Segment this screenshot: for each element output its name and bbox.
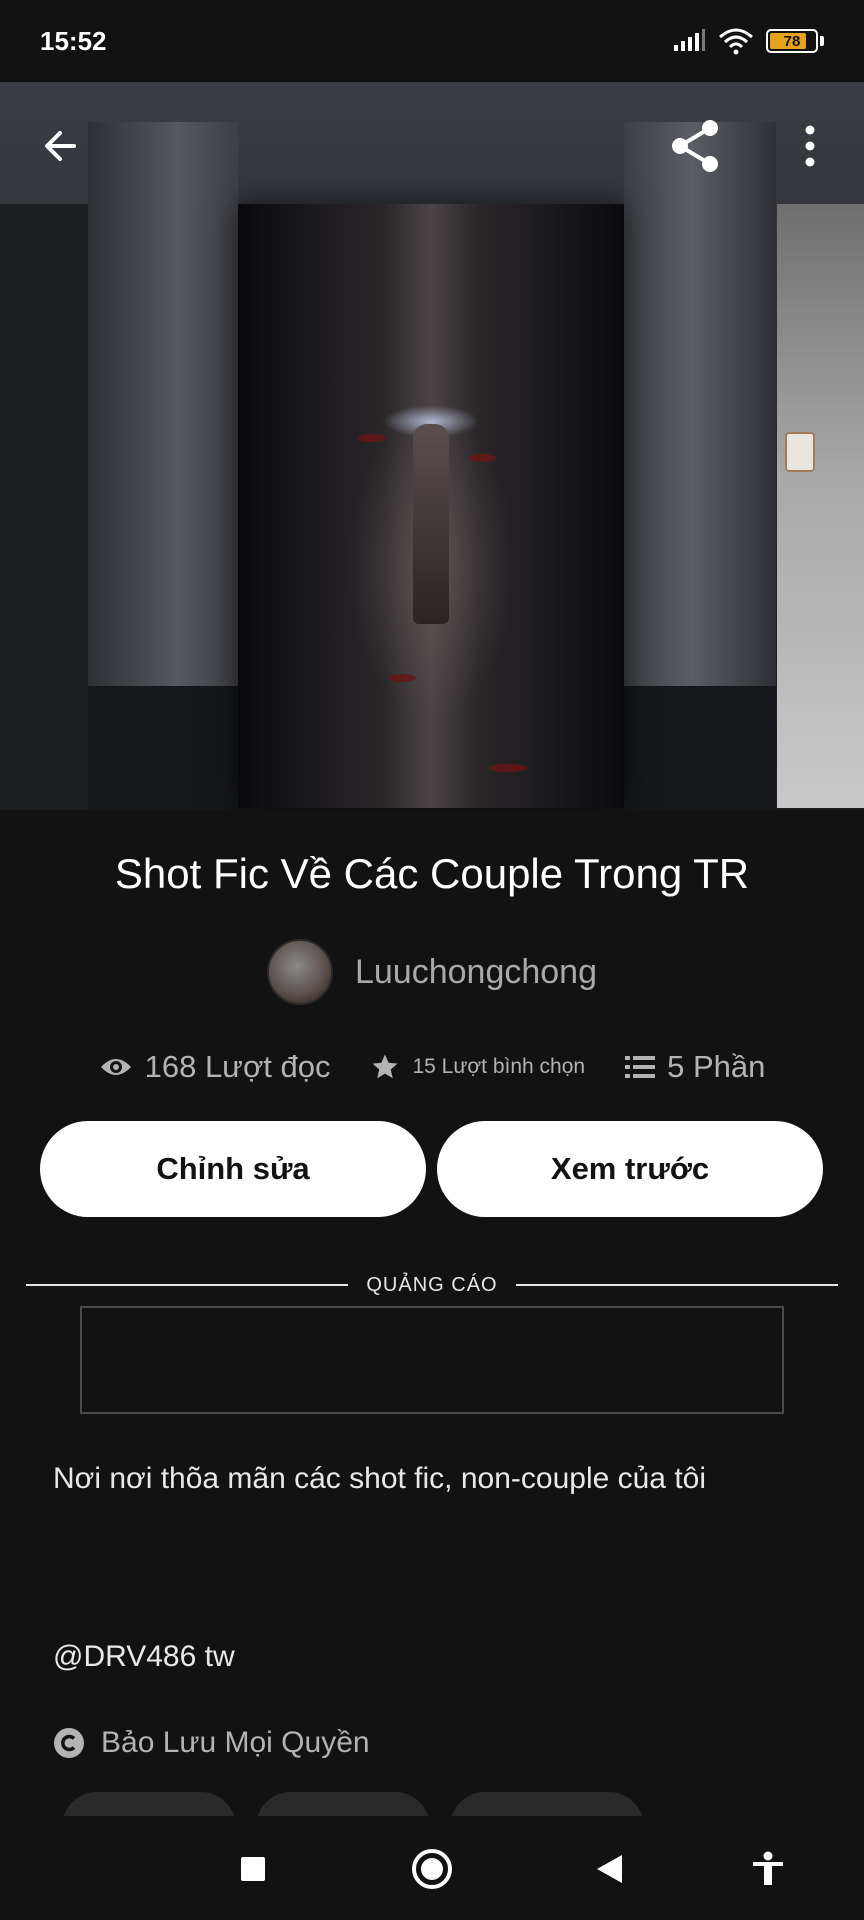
copyright-row: Bảo Lưu Mọi Quyền: [53, 1726, 370, 1760]
back-button[interactable]: [24, 110, 96, 182]
ad-slot[interactable]: [80, 1306, 784, 1414]
author-row[interactable]: Luuchongchong: [0, 938, 864, 1006]
status-time: 15:52: [40, 25, 107, 56]
system-nav-bar: [0, 1816, 864, 1920]
battery-icon: 78: [766, 29, 818, 53]
parts-count: 5 Phần: [667, 1049, 766, 1084]
status-bar: 15:52 78: [0, 0, 864, 82]
status-icons: 78: [672, 27, 824, 55]
signal-icon: [674, 29, 705, 51]
accessibility-icon: [753, 1851, 783, 1885]
star-icon: [372, 1054, 398, 1079]
wifi-icon: [719, 28, 753, 55]
home-button[interactable]: [397, 1834, 467, 1904]
reads-stat: 168 Lượt đọc: [99, 1049, 331, 1085]
reads-count: 168 Lượt đọc: [144, 1049, 331, 1084]
story-description: Nơi nơi thõa mãn các shot fic, non-coupl…: [53, 1462, 707, 1495]
story-title: Shot Fic Về Các Couple Trong TR: [114, 850, 750, 897]
votes-count: 15 Lượt bình chọn: [412, 1055, 586, 1078]
story-note: @DRV486 tw: [53, 1640, 235, 1673]
story-stats: 168 Lượt đọc 15 Lượt bình chọn 5 Phần: [0, 1040, 864, 1094]
story-header: [0, 82, 864, 810]
battery-level: 78: [783, 32, 801, 50]
author-name[interactable]: Luuchongchong: [355, 953, 597, 992]
list-icon: [625, 1056, 656, 1078]
share-icon: [672, 120, 718, 172]
more-options-button[interactable]: [774, 110, 846, 182]
author-avatar[interactable]: [266, 939, 333, 1005]
more-vertical-icon: [805, 125, 815, 167]
ad-label: QUẢNG CÁO: [366, 1273, 498, 1296]
votes-stat: 15 Lượt bình chọn: [370, 1052, 585, 1082]
circle-home-icon: [412, 1849, 452, 1889]
copyright-text: Bảo Lưu Mọi Quyền: [101, 1726, 370, 1759]
story-cover[interactable]: [238, 204, 624, 808]
ad-divider: QUẢNG CÁO: [26, 1270, 838, 1300]
arrow-left-icon: [45, 131, 76, 161]
triangle-back-icon: [597, 1855, 622, 1883]
square-icon: [241, 1857, 265, 1881]
accessibility-button[interactable]: [733, 1834, 803, 1904]
nav-back-button[interactable]: [574, 1834, 644, 1904]
eye-icon: [100, 1059, 131, 1075]
share-button[interactable]: [660, 110, 732, 182]
preview-button[interactable]: Xem trước: [437, 1121, 823, 1217]
next-story-cover[interactable]: [777, 204, 864, 808]
parts-stat: 5 Phần: [625, 1049, 765, 1085]
edit-button[interactable]: Chỉnh sửa: [40, 1121, 426, 1217]
recents-button[interactable]: [218, 1834, 288, 1904]
copyright-icon: [54, 1728, 84, 1758]
